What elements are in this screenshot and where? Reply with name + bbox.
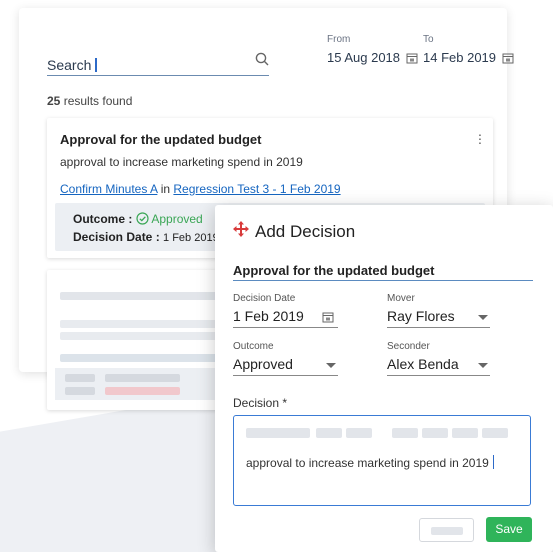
placeholder-bar [60,292,220,300]
agenda-link[interactable]: Regression Test 3 - 1 Feb 2019 [173,182,340,196]
dropdown-arrow-icon [326,363,336,368]
check-circle-icon [136,212,149,226]
decision-text: approval to increase marketing spend in … [246,456,489,470]
search-input[interactable]: Search [47,50,269,76]
from-date-value: 15 Aug 2018 [327,50,401,65]
decision-title-input[interactable]: Approval for the updated budget [233,261,533,281]
add-decision-dialog: Add Decision Approval for the updated bu… [215,205,553,552]
placeholder-bar [65,374,95,382]
decision-date-label: Decision Date [233,293,296,304]
outcome-key: Outcome : [73,212,136,226]
to-date-field[interactable]: To 14 Feb 2019 [423,34,514,67]
search-label: Search [47,57,92,73]
toolbar-placeholder[interactable] [422,428,448,438]
kebab-menu-icon[interactable]: · · · [477,127,483,149]
dialog-title: Add Decision [233,221,355,242]
outcome-label: Outcome [233,341,274,352]
toolbar-placeholder[interactable] [316,428,342,438]
mover-label: Mover [387,293,415,304]
move-icon[interactable] [233,221,249,242]
dropdown-arrow-icon [478,363,488,368]
placeholder-bar [105,374,180,382]
toolbar-placeholder[interactable] [452,428,478,438]
meeting-link[interactable]: Confirm Minutes A [60,182,157,196]
item-links: Confirm Minutes A in Regression Test 3 -… [60,182,341,196]
placeholder-box [55,368,225,400]
decision-editor[interactable]: approval to increase marketing spend in … [233,415,531,506]
text-caret [95,58,97,72]
placeholder-bar [60,320,220,328]
to-date-value: 14 Feb 2019 [423,50,497,65]
decision-date-value: 1 Feb 2019 [163,232,219,244]
cancel-button[interactable] [419,518,474,542]
text-caret [492,455,495,469]
calendar-icon[interactable] [322,310,334,326]
mover-select[interactable]: Ray Flores [387,306,490,328]
decision-date-field[interactable]: 1 Feb 2019 [233,306,338,328]
toolbar-placeholder[interactable] [346,428,372,438]
calendar-icon[interactable] [406,52,418,67]
outcome-value: Approved [151,212,203,226]
results-number: 25 [47,94,61,108]
cancel-label-placeholder [431,527,463,535]
search-icon[interactable] [255,52,269,71]
placeholder-bar [60,354,220,362]
toolbar-placeholder[interactable] [482,428,508,438]
placeholder-bar [65,387,95,395]
seconder-select[interactable]: Alex Benda [387,354,490,376]
results-count: 25 results found [47,94,132,108]
calendar-icon[interactable] [502,52,514,67]
item-description: approval to increase marketing spend in … [60,155,303,169]
toolbar-placeholder[interactable] [392,428,418,438]
mover-value: Ray Flores [387,308,455,324]
placeholder-bar [60,332,220,340]
seconder-value: Alex Benda [387,356,459,372]
decision-date-field-value: 1 Feb 2019 [233,308,304,324]
decision-date-key: Decision Date : [73,230,164,244]
dialog-title-text: Add Decision [255,221,356,241]
seconder-label: Seconder [387,341,430,352]
link-separator: in [157,182,174,196]
toolbar-placeholder[interactable] [246,428,310,438]
from-date-field[interactable]: From 15 Aug 2018 [327,34,418,67]
item-title: Approval for the updated budget [60,132,262,147]
results-text: results found [60,94,133,108]
dropdown-arrow-icon [478,315,488,320]
save-button[interactable]: Save [486,517,532,542]
to-label: To [423,34,434,45]
outcome-select[interactable]: Approved [233,354,338,376]
decision-label: Decision * [233,396,288,410]
outcome-select-value: Approved [233,356,293,372]
placeholder-bar [105,387,180,395]
from-label: From [327,34,351,45]
